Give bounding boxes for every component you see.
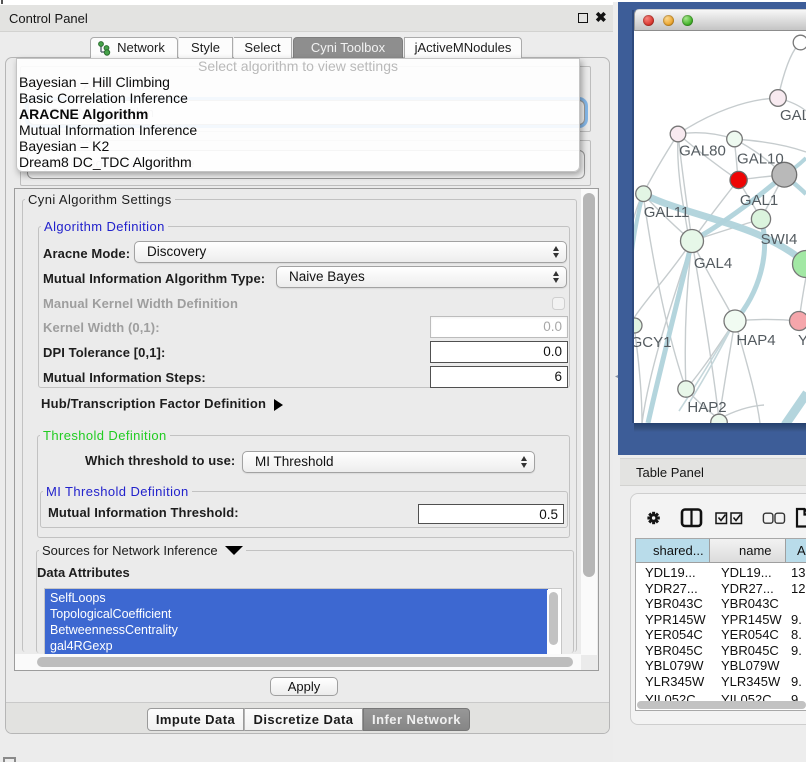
- svg-text:SWI4: SWI4: [761, 231, 798, 248]
- svg-text:GAL1: GAL1: [740, 192, 778, 209]
- svg-text:GAL80: GAL80: [679, 143, 726, 160]
- svg-text:HAP4: HAP4: [736, 332, 775, 349]
- svg-text:GCY1: GCY1: [634, 334, 671, 351]
- svg-text:GAL11: GAL11: [644, 204, 690, 221]
- svg-text:HAP2: HAP2: [687, 399, 726, 416]
- svg-text:YJ: YJ: [798, 332, 806, 349]
- svg-text:GAL7: GAL7: [780, 107, 806, 124]
- svg-text:GAL10: GAL10: [737, 151, 784, 168]
- svg-text:GAL4: GAL4: [694, 255, 732, 272]
